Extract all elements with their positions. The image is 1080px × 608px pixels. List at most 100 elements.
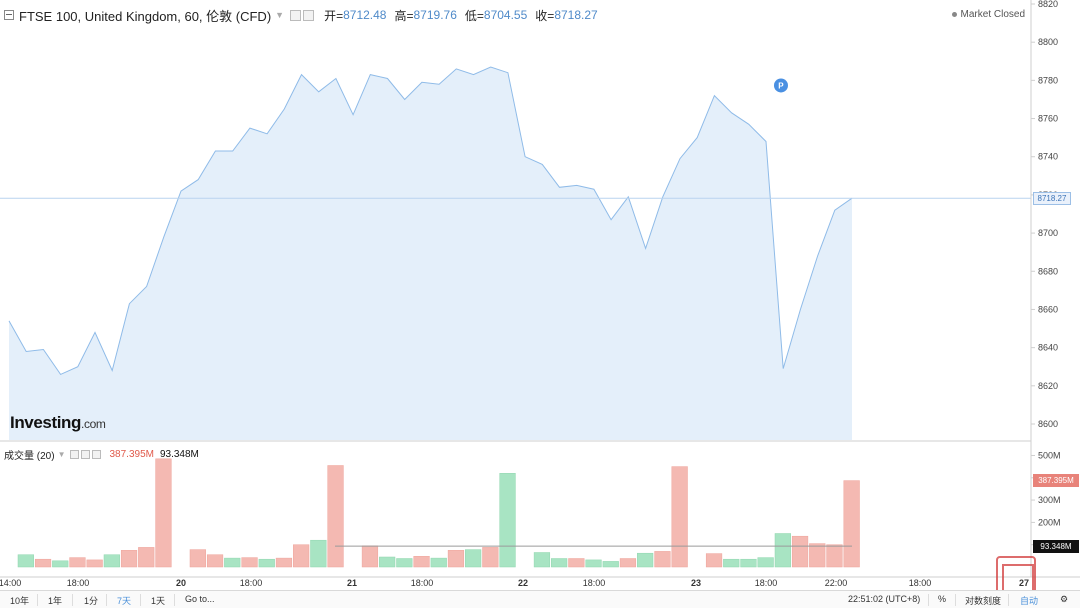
price-tick-label: 8620	[1038, 381, 1058, 391]
volume-ma-tag: 93.348M	[1033, 540, 1079, 553]
volume-bar	[499, 473, 516, 568]
open-value: 8712.48	[343, 8, 387, 22]
volume-bar	[791, 535, 809, 568]
volume-bar	[413, 556, 430, 568]
volume-tick-label: 500M	[1038, 450, 1061, 460]
price-tick-label: 8640	[1038, 343, 1058, 353]
volume-bar	[310, 539, 327, 568]
divider	[72, 594, 73, 606]
visibility-icon[interactable]	[290, 9, 302, 21]
collapse-icon[interactable]	[4, 10, 14, 20]
low-label: 低=	[464, 8, 484, 23]
volume-bar	[723, 558, 740, 568]
volume-bar	[843, 480, 860, 568]
close-value: 8718.27	[554, 8, 598, 22]
volume-value: 387.395M	[109, 448, 154, 460]
range-10y-button[interactable]: 10年	[10, 594, 29, 607]
price-tick-label: 8820	[1038, 0, 1058, 9]
time-axis[interactable]: 14:00 18:00 20 18:00 21 18:00 22 18:00 23 18:00 22…	[0, 578, 1029, 588]
volume-label: 成交量 (20)	[4, 450, 55, 462]
volume-tick-label: 200M	[1038, 517, 1061, 527]
volume-bar	[602, 561, 619, 568]
goto-button[interactable]: Go to...	[185, 594, 215, 604]
market-status-text: Market Closed	[960, 9, 1025, 20]
volume-bar	[327, 465, 344, 568]
volume-bar	[120, 550, 138, 568]
volume-bar	[52, 560, 69, 568]
volume-bar	[551, 558, 568, 568]
volume-legend: 成交量 (20) ▼ 387.395M 93.348M	[4, 447, 199, 462]
volume-bar	[396, 558, 413, 568]
volume-bar	[86, 559, 103, 568]
settings-icon[interactable]	[303, 9, 315, 21]
divider	[955, 594, 956, 606]
price-axis[interactable]: 8600862086408660868087008720874087608780…	[1031, 0, 1058, 429]
divider	[37, 594, 38, 606]
settings-gear-icon[interactable]: ⚙	[1060, 594, 1068, 605]
price-marker-label: P	[778, 81, 784, 90]
range-1d-button[interactable]: 1天	[151, 594, 165, 607]
divider	[140, 594, 141, 606]
percent-toggle[interactable]: %	[938, 594, 946, 604]
price-tick-label: 8600	[1038, 419, 1058, 429]
low-value: 8704.55	[483, 8, 528, 22]
market-status: Market Closed	[951, 9, 1025, 20]
auto-scale-toggle[interactable]: 自动	[1020, 594, 1038, 607]
clock-time: 22:51:02 (UTC+8)	[848, 594, 921, 604]
volume-bar	[671, 466, 688, 568]
volume-bar	[379, 556, 396, 568]
price-tick-label: 8800	[1038, 37, 1058, 47]
volume-bar	[361, 545, 379, 568]
volume-bar	[189, 549, 206, 568]
chevron-down-icon[interactable]: ▼	[275, 10, 284, 20]
time-tick-label: 18:00	[240, 578, 263, 588]
time-tick-label: 18:00	[755, 578, 778, 588]
price-marker-icon[interactable]: P	[773, 78, 788, 93]
volume-bar	[533, 552, 551, 568]
divider	[928, 594, 929, 606]
price-tick-label: 8660	[1038, 304, 1058, 314]
logo-brand: Investing	[10, 413, 82, 432]
volume-bar	[740, 558, 757, 568]
chevron-down-icon[interactable]: ▼	[58, 450, 66, 459]
status-dot-icon	[951, 12, 957, 17]
volume-bar	[155, 458, 172, 568]
price-tick-label: 8760	[1038, 114, 1058, 124]
volume-bar	[34, 558, 52, 568]
close-icon[interactable]	[92, 449, 102, 459]
price-tick-label: 8740	[1038, 152, 1058, 162]
close-label: 收=	[535, 8, 555, 23]
volume-bar	[809, 543, 826, 568]
volume-bar	[430, 557, 447, 568]
divider	[174, 594, 175, 606]
time-tick-label: 18:00	[67, 578, 90, 588]
range-1min-button[interactable]: 1分	[84, 594, 98, 607]
symbol-title: FTSE 100, United Kingdom, 60, 伦敦 (CFD)	[19, 8, 272, 24]
range-1y-button[interactable]: 1年	[48, 594, 62, 607]
price-area	[9, 67, 852, 440]
volume-bar	[465, 549, 482, 568]
volume-bar	[69, 557, 86, 568]
volume-bar	[637, 552, 654, 568]
time-tick-label: 23	[691, 578, 701, 588]
high-label: 高=	[394, 8, 414, 23]
divider	[106, 594, 107, 606]
investing-logo: Investing.com	[10, 413, 106, 433]
range-7d-button[interactable]: 7天	[117, 594, 131, 607]
time-tick-label: 22:00	[825, 578, 848, 588]
volume-bar	[705, 553, 723, 568]
volume-bar	[619, 558, 637, 568]
chart-canvas[interactable]: P 86008620864086608680870087208740876087…	[0, 0, 1080, 608]
settings-icon[interactable]	[81, 449, 91, 459]
price-tick-label: 8700	[1038, 228, 1058, 238]
volume-bar	[17, 554, 34, 568]
volume-axis[interactable]: 100M200M300M400M500M	[1031, 450, 1061, 550]
time-tick-label: 22	[518, 578, 528, 588]
volume-bar	[826, 544, 843, 568]
volume-bar	[585, 559, 602, 568]
visibility-icon[interactable]	[70, 449, 80, 459]
log-scale-toggle[interactable]: 对数刻度	[965, 594, 1001, 607]
volume-bar	[241, 557, 258, 568]
chart-legend: FTSE 100, United Kingdom, 60, 伦敦 (CFD) ▼…	[4, 6, 598, 24]
volume-ma-value: 93.348M	[159, 448, 199, 460]
